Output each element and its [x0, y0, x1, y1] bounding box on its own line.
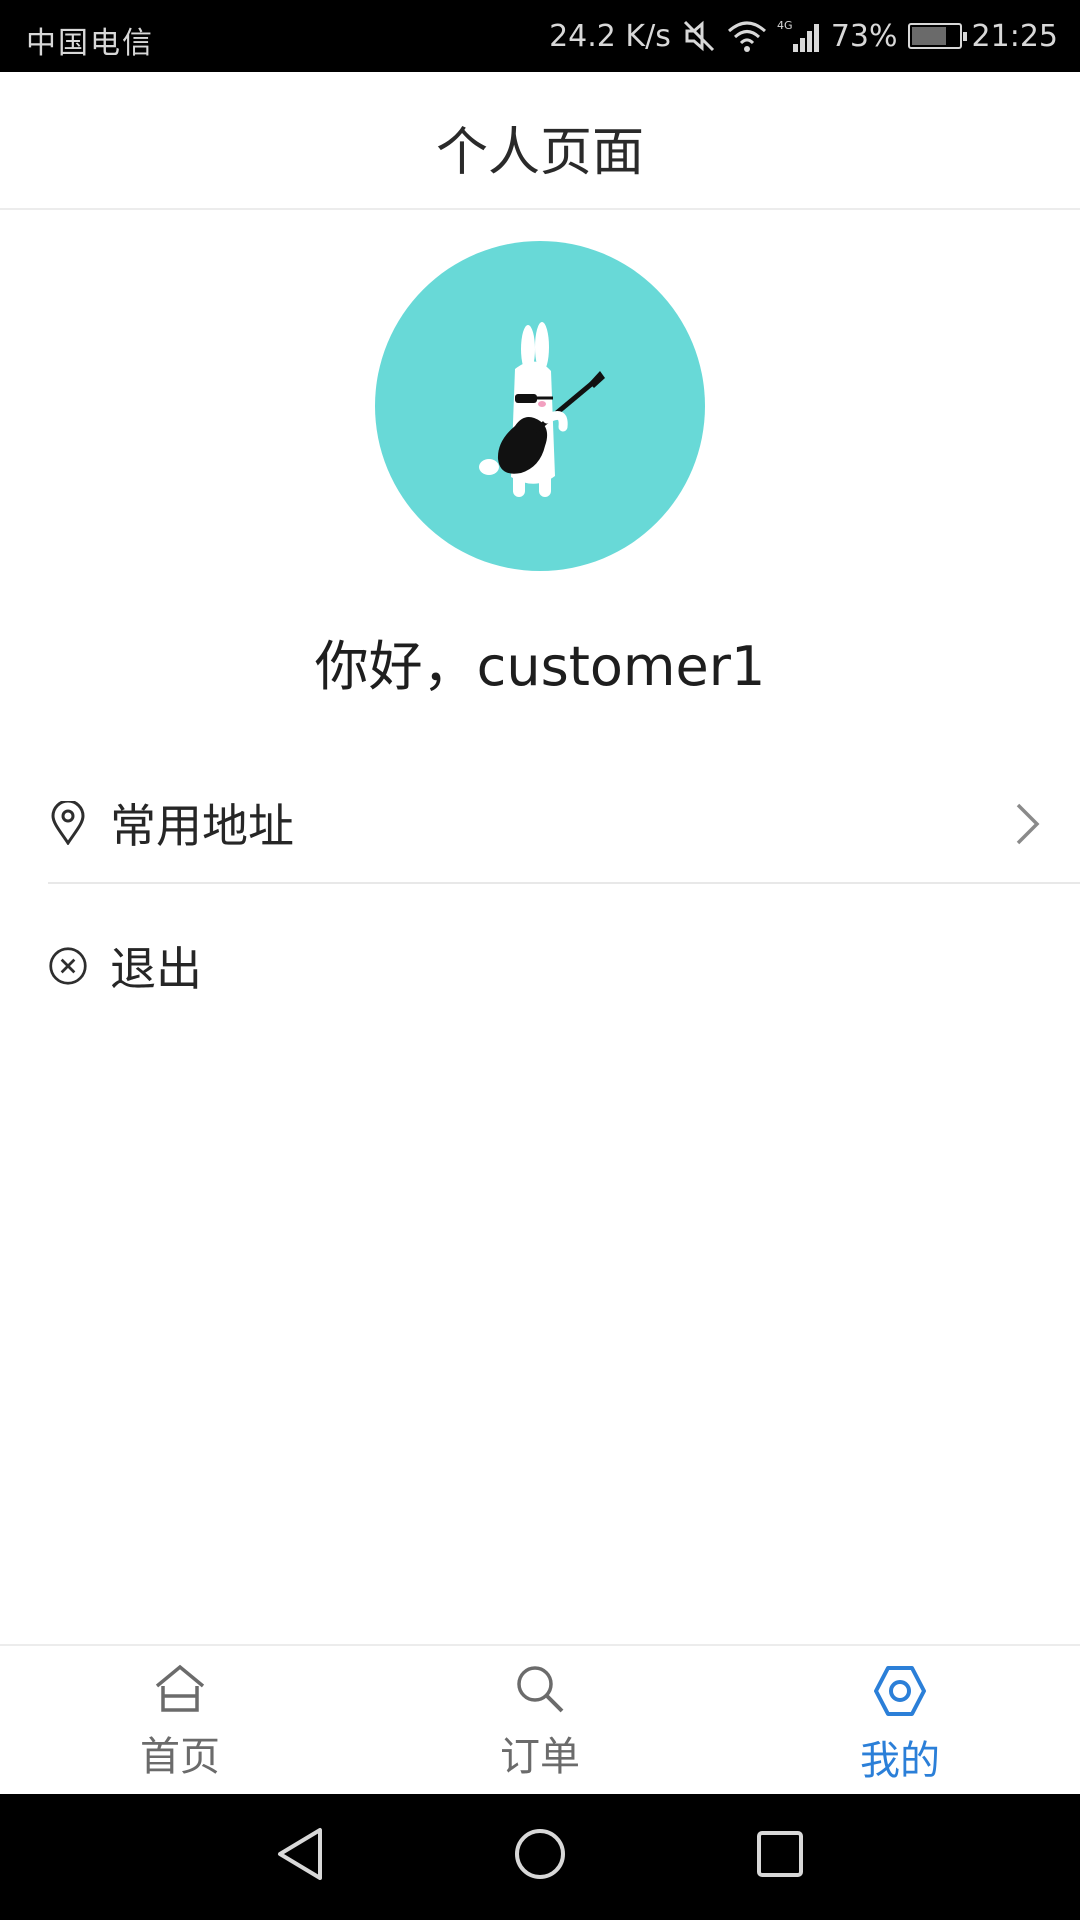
bottom-navigation: 首页 订单 我的 [0, 1644, 1080, 1794]
battery-icon [907, 23, 967, 49]
menu-item-address[interactable]: 常用地址 [48, 764, 1080, 884]
rabbit-guitar-avatar-icon [479, 322, 605, 497]
recents-icon[interactable] [752, 1824, 808, 1888]
net-speed: 24.2 K/s [549, 18, 671, 54]
tab-mine[interactable]: 我的 [800, 1664, 1000, 1786]
mute-icon [681, 18, 717, 54]
battery-percent: 73% [830, 18, 898, 54]
home-icon [154, 1664, 206, 1718]
home-circle-icon[interactable] [512, 1824, 568, 1888]
menu-item-label: 常用地址 [110, 799, 294, 853]
greeting-text: 你好，customer1 [314, 635, 766, 698]
system-navigation-bar [0, 1794, 1080, 1920]
tab-orders-label: 订单 [500, 1734, 580, 1780]
title-bar: 个人页面 [0, 72, 1080, 210]
location-pin-icon [48, 801, 88, 845]
carrier-label: 中国电信 [26, 26, 154, 61]
back-icon[interactable] [272, 1824, 328, 1888]
avatar [375, 241, 705, 571]
gear-icon [872, 1664, 928, 1722]
page-title: 个人页面 [435, 123, 644, 183]
4g-signal-icon: 4G [777, 18, 821, 54]
menu-item-label: 退出 [110, 942, 202, 996]
tab-home-label: 首页 [140, 1734, 220, 1780]
status-icons: 24.2 K/s 4G 73% 21:25 [549, 14, 1058, 58]
chevron-right-icon [1014, 802, 1040, 850]
status-bar: 中国电信 24.2 K/s 4G 73% 21:25 [0, 0, 1080, 72]
tab-orders[interactable]: 订单 [440, 1664, 640, 1782]
wifi-icon [727, 19, 767, 53]
search-icon [514, 1664, 566, 1718]
svg-text:4G: 4G [777, 19, 793, 32]
menu-item-logout[interactable]: 退出 [48, 906, 1080, 1026]
clock: 21:25 [971, 18, 1058, 54]
tab-mine-label: 我的 [860, 1738, 940, 1784]
close-circle-icon [48, 944, 88, 988]
tab-home[interactable]: 首页 [80, 1664, 280, 1782]
battery-level-fill [911, 27, 946, 45]
